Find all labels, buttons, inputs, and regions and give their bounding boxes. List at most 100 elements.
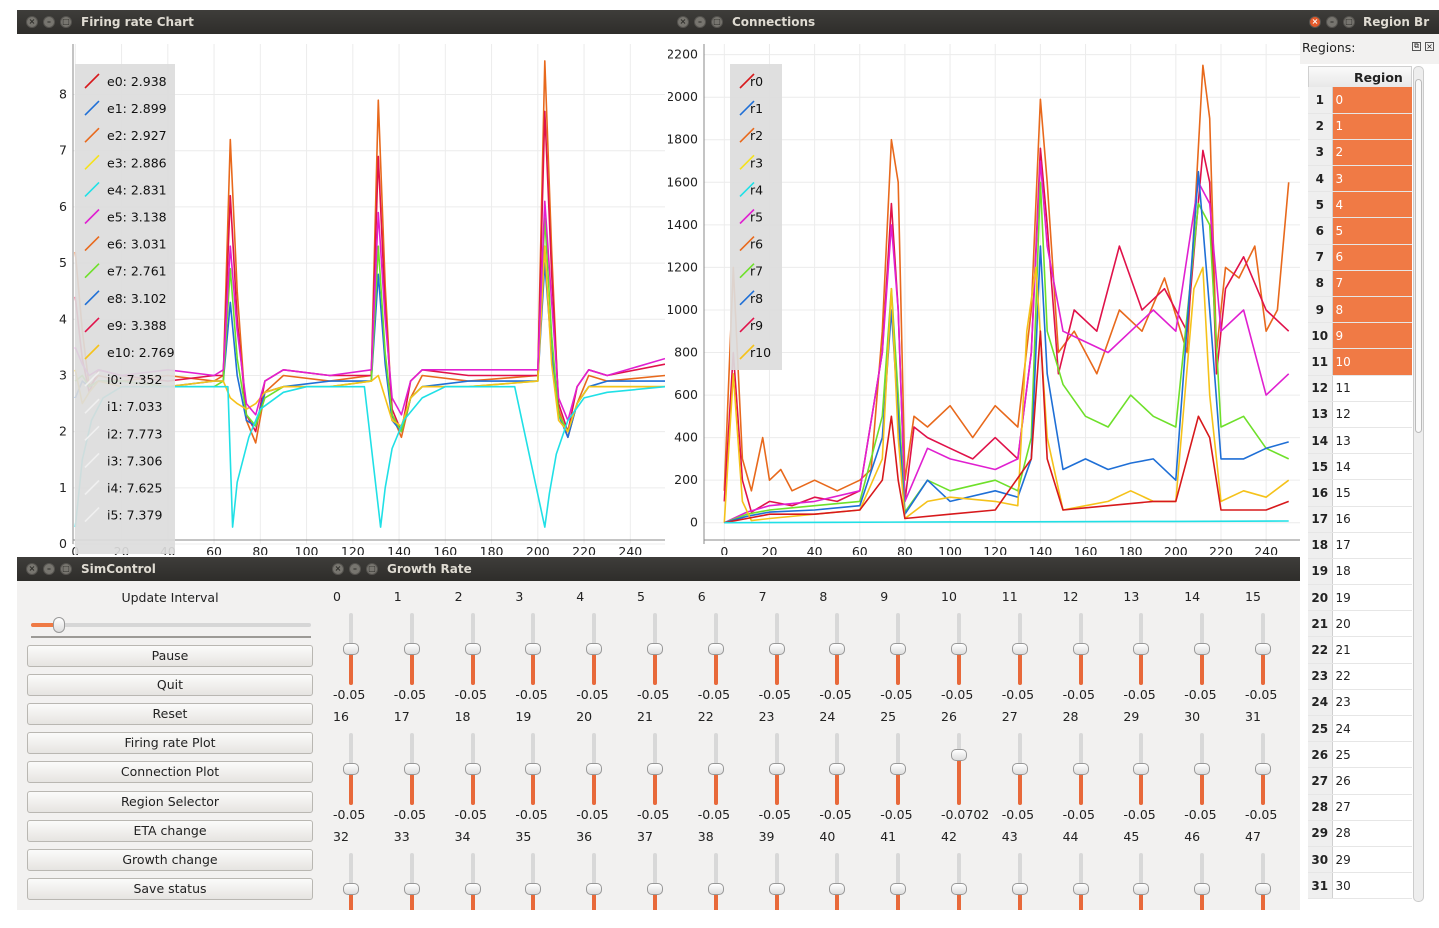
growth-slider[interactable]: [707, 853, 725, 910]
growth-slider[interactable]: [403, 853, 421, 910]
slider-handle[interactable]: [1194, 643, 1211, 655]
region-cell[interactable]: 14: [1332, 453, 1412, 481]
growth-slider[interactable]: [1193, 853, 1211, 910]
growth-slider[interactable]: [585, 853, 603, 910]
growth-slider[interactable]: [828, 853, 846, 910]
slider-handle[interactable]: [951, 883, 967, 895]
growth-slider[interactable]: [950, 853, 968, 910]
region-cell[interactable]: 9: [1332, 322, 1412, 350]
slider-handle[interactable]: [829, 883, 846, 895]
growth-slider[interactable]: [950, 613, 968, 685]
table-row[interactable]: 24 23: [1308, 689, 1412, 717]
quit-button[interactable]: Quit: [27, 674, 313, 697]
region-cell[interactable]: 27: [1332, 794, 1412, 821]
region-cell[interactable]: 24: [1332, 715, 1412, 743]
region-cell[interactable]: 7: [1332, 270, 1412, 298]
growth-slider[interactable]: [342, 733, 360, 805]
maximize-icon[interactable]: □: [1343, 16, 1355, 28]
region-titlebar[interactable]: × – □ Region Br: [1300, 10, 1439, 34]
table-row[interactable]: 10: [1308, 87, 1412, 114]
slider-handle[interactable]: [464, 643, 481, 655]
slider-handle[interactable]: [707, 643, 724, 655]
table-row[interactable]: 20 19: [1308, 584, 1412, 612]
growth-slider[interactable]: [403, 613, 421, 685]
slider-handle[interactable]: [829, 643, 846, 655]
slider-handle[interactable]: [1255, 763, 1271, 775]
slider-handle[interactable]: [707, 763, 724, 775]
minimize-icon[interactable]: –: [349, 563, 361, 575]
connection-plot-button[interactable]: Connection Plot: [27, 761, 313, 784]
table-row[interactable]: 23 22: [1308, 663, 1412, 690]
slider-handle[interactable]: [829, 763, 846, 775]
growth-slider[interactable]: [1132, 733, 1150, 805]
growth-slider[interactable]: [1254, 733, 1272, 805]
minimize-icon[interactable]: –: [694, 16, 706, 28]
growth-slider[interactable]: [585, 613, 603, 685]
close-icon[interactable]: ×: [332, 563, 344, 575]
slider-handle[interactable]: [1194, 763, 1211, 775]
region-cell[interactable]: 1: [1332, 113, 1412, 140]
region-cell[interactable]: 10: [1332, 348, 1412, 376]
growth-slider[interactable]: [342, 853, 360, 910]
slider-handle[interactable]: [951, 643, 967, 655]
table-row[interactable]: 65: [1308, 217, 1412, 245]
scrollbar-thumb[interactable]: [1415, 79, 1422, 433]
growth-slider[interactable]: [768, 613, 786, 685]
growth-slider[interactable]: [464, 853, 482, 910]
slider-handle[interactable]: [525, 763, 542, 775]
growth-slider[interactable]: [1072, 853, 1090, 910]
region-cell[interactable]: 22: [1332, 663, 1412, 690]
slider-handle[interactable]: [1133, 643, 1150, 655]
close-icon[interactable]: ×: [26, 563, 38, 575]
table-row[interactable]: 11 10: [1308, 348, 1412, 376]
slider-handle[interactable]: [1194, 883, 1211, 895]
region-cell[interactable]: 26: [1332, 767, 1412, 795]
simcontrol-titlebar[interactable]: × – □ SimControl: [17, 557, 323, 581]
table-row[interactable]: 22 21: [1308, 636, 1412, 664]
growth-slider[interactable]: [1011, 613, 1029, 685]
table-row[interactable]: 19 18: [1308, 558, 1412, 586]
region-cell[interactable]: 11: [1332, 375, 1412, 402]
table-row[interactable]: 10 9: [1308, 322, 1412, 350]
slider-handle[interactable]: [586, 883, 603, 895]
region-cell[interactable]: 3: [1332, 165, 1412, 193]
save-status-button[interactable]: Save status: [27, 877, 313, 900]
table-row[interactable]: 29 28: [1308, 820, 1412, 847]
growth-slider[interactable]: [1254, 853, 1272, 910]
table-row[interactable]: 27 26: [1308, 767, 1412, 795]
table-row[interactable]: 87: [1308, 270, 1412, 298]
growth-slider[interactable]: [768, 733, 786, 805]
maximize-icon[interactable]: □: [60, 563, 72, 575]
growth-slider[interactable]: [889, 733, 907, 805]
region-cell[interactable]: 5: [1332, 217, 1412, 245]
eta-change-button[interactable]: ETA change: [27, 819, 313, 842]
table-row[interactable]: 32: [1308, 139, 1412, 167]
slider-handle[interactable]: [647, 643, 663, 655]
slider-handle[interactable]: [768, 763, 785, 775]
slider-handle[interactable]: [343, 763, 359, 775]
region-cell[interactable]: 28: [1332, 820, 1412, 847]
connections-titlebar[interactable]: × – □ Connections: [668, 10, 1300, 34]
table-row[interactable]: 18 17: [1308, 532, 1412, 559]
table-row[interactable]: 15 14: [1308, 453, 1412, 481]
slider-handle[interactable]: [951, 748, 967, 761]
growth-slider[interactable]: [646, 613, 664, 685]
region-cell[interactable]: 6: [1332, 244, 1412, 271]
region-selector-button[interactable]: Region Selector: [27, 790, 313, 813]
maximize-icon[interactable]: □: [711, 16, 723, 28]
growth-slider[interactable]: [585, 733, 603, 805]
growth-slider[interactable]: [524, 613, 542, 685]
slider-handle[interactable]: [890, 763, 907, 775]
slider-handle[interactable]: [586, 763, 603, 775]
region-cell[interactable]: 18: [1332, 558, 1412, 586]
growth-slider[interactable]: [646, 853, 664, 910]
growth-slider[interactable]: [1193, 733, 1211, 805]
slider-handle[interactable]: [647, 763, 663, 775]
table-row[interactable]: 21 20: [1308, 610, 1412, 638]
slider-handle[interactable]: [525, 883, 542, 895]
slider-handle[interactable]: [525, 643, 542, 655]
growth-slider[interactable]: [464, 733, 482, 805]
slider-handle[interactable]: [403, 883, 420, 895]
growth-slider[interactable]: [1132, 613, 1150, 685]
slider-handle[interactable]: [707, 883, 724, 895]
